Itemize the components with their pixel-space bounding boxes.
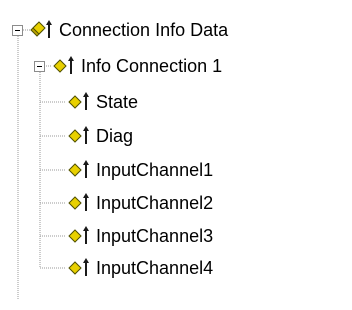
tree-node-diag[interactable]: Diag	[66, 121, 133, 151]
diamond-arrow-icon	[68, 92, 89, 110]
stacked-diamond-arrow-icon	[30, 20, 52, 38]
variable-tree: Connection Info Data Info Connection 1 S…	[0, 0, 352, 310]
tree-node-root[interactable]: Connection Info Data	[12, 15, 228, 45]
diamond-arrow-icon	[68, 258, 89, 276]
tree-node-label: InputChannel1	[96, 160, 214, 180]
collapse-toggle[interactable]	[12, 24, 23, 36]
collapse-toggle[interactable]	[34, 60, 45, 72]
tree-node-connection[interactable]: Info Connection 1	[34, 51, 222, 81]
diamond-arrow-icon	[68, 160, 89, 178]
tree-node-label: InputChannel4	[96, 258, 214, 278]
tree-node-label: Diag	[96, 126, 134, 146]
tree-node-inputchannel1[interactable]: InputChannel1	[66, 155, 213, 185]
tree-node-label: InputChannel2	[96, 193, 214, 213]
tree-node-label: State	[96, 92, 139, 112]
tree-node-label: InputChannel3	[96, 226, 214, 246]
tree-node-inputchannel2[interactable]: InputChannel2	[66, 188, 213, 218]
diamond-arrow-icon	[68, 193, 89, 211]
tree-node-label: Info Connection 1	[81, 56, 223, 76]
diamond-arrow-icon	[53, 56, 74, 74]
tree-node-state[interactable]: State	[66, 87, 138, 117]
diamond-arrow-icon	[68, 126, 89, 144]
diamond-arrow-icon	[68, 226, 89, 244]
tree-node-label: Connection Info Data	[59, 20, 229, 40]
tree-node-inputchannel4[interactable]: InputChannel4	[66, 253, 213, 283]
tree-node-inputchannel3[interactable]: InputChannel3	[66, 221, 213, 251]
